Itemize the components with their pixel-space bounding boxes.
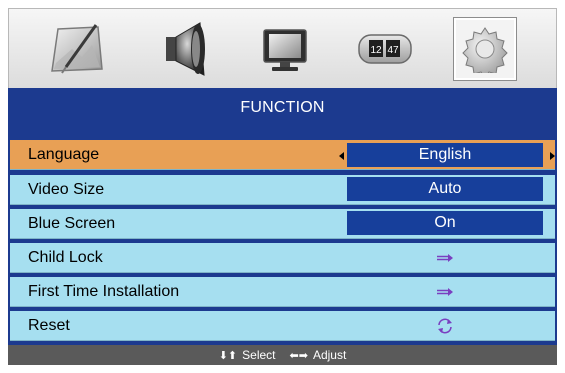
menu-item-first-time-installation[interactable]: First Time Installation bbox=[10, 277, 555, 307]
key-hints-bar: ⬇⬆ Select ⬅➡ Adjust bbox=[8, 345, 557, 365]
gear-icon bbox=[462, 27, 508, 73]
menu-item-label: Child Lock bbox=[28, 249, 103, 266]
clock-icon: 12 47 bbox=[358, 34, 412, 64]
adjust-hint-label: Adjust bbox=[312, 348, 347, 362]
reset-icon[interactable] bbox=[347, 311, 543, 341]
clock-minutes: 47 bbox=[387, 45, 399, 56]
up-down-arrows-icon: ⬇⬆ bbox=[218, 349, 238, 362]
tab-time[interactable]: 12 47 bbox=[353, 17, 417, 81]
menu-item-child-lock[interactable]: Child Lock bbox=[10, 243, 555, 273]
tab-function[interactable] bbox=[453, 17, 517, 81]
osd-menu: 12 47 FUNCTION Language English Video Si… bbox=[8, 8, 557, 365]
clock-hours: 12 bbox=[370, 45, 382, 56]
speaker-icon bbox=[166, 22, 205, 76]
enter-arrow-icon[interactable] bbox=[347, 243, 543, 273]
enter-arrow-icon[interactable] bbox=[347, 277, 543, 307]
menu-title: FUNCTION bbox=[240, 99, 325, 116]
adjust-hint: ⬅➡ Adjust bbox=[290, 348, 347, 362]
menu-item-label: First Time Installation bbox=[28, 283, 180, 300]
menu-item-label: Language bbox=[28, 146, 100, 163]
menu-item-language[interactable]: Language English bbox=[10, 140, 555, 170]
language-value[interactable]: English bbox=[347, 143, 543, 167]
left-arrow-icon[interactable] bbox=[339, 152, 344, 160]
menu-item-label: Blue Screen bbox=[28, 215, 116, 232]
tab-screen[interactable] bbox=[253, 17, 317, 81]
blue-screen-value[interactable]: On bbox=[347, 211, 543, 235]
category-tab-bar: 12 47 bbox=[8, 8, 557, 88]
menu-item-blue-screen[interactable]: Blue Screen On bbox=[10, 209, 555, 239]
menu-item-label: Video Size bbox=[28, 181, 105, 198]
left-right-arrows-icon: ⬅➡ bbox=[289, 349, 308, 362]
menu-item-reset[interactable]: Reset bbox=[10, 311, 555, 341]
menu-item-label: Reset bbox=[28, 317, 70, 334]
picture-icon bbox=[51, 24, 103, 74]
video-size-value[interactable]: Auto bbox=[347, 177, 543, 201]
menu-item-video-size[interactable]: Video Size Auto bbox=[10, 175, 555, 205]
select-hint-label: Select bbox=[242, 348, 276, 362]
select-hint: ⬇⬆ Select bbox=[219, 348, 276, 362]
right-arrow-icon[interactable] bbox=[550, 152, 555, 160]
tab-sound[interactable] bbox=[153, 17, 217, 81]
tab-picture[interactable] bbox=[45, 17, 109, 81]
menu-panel: FUNCTION Language English Video Size Aut… bbox=[8, 88, 557, 365]
monitor-icon bbox=[263, 29, 307, 71]
